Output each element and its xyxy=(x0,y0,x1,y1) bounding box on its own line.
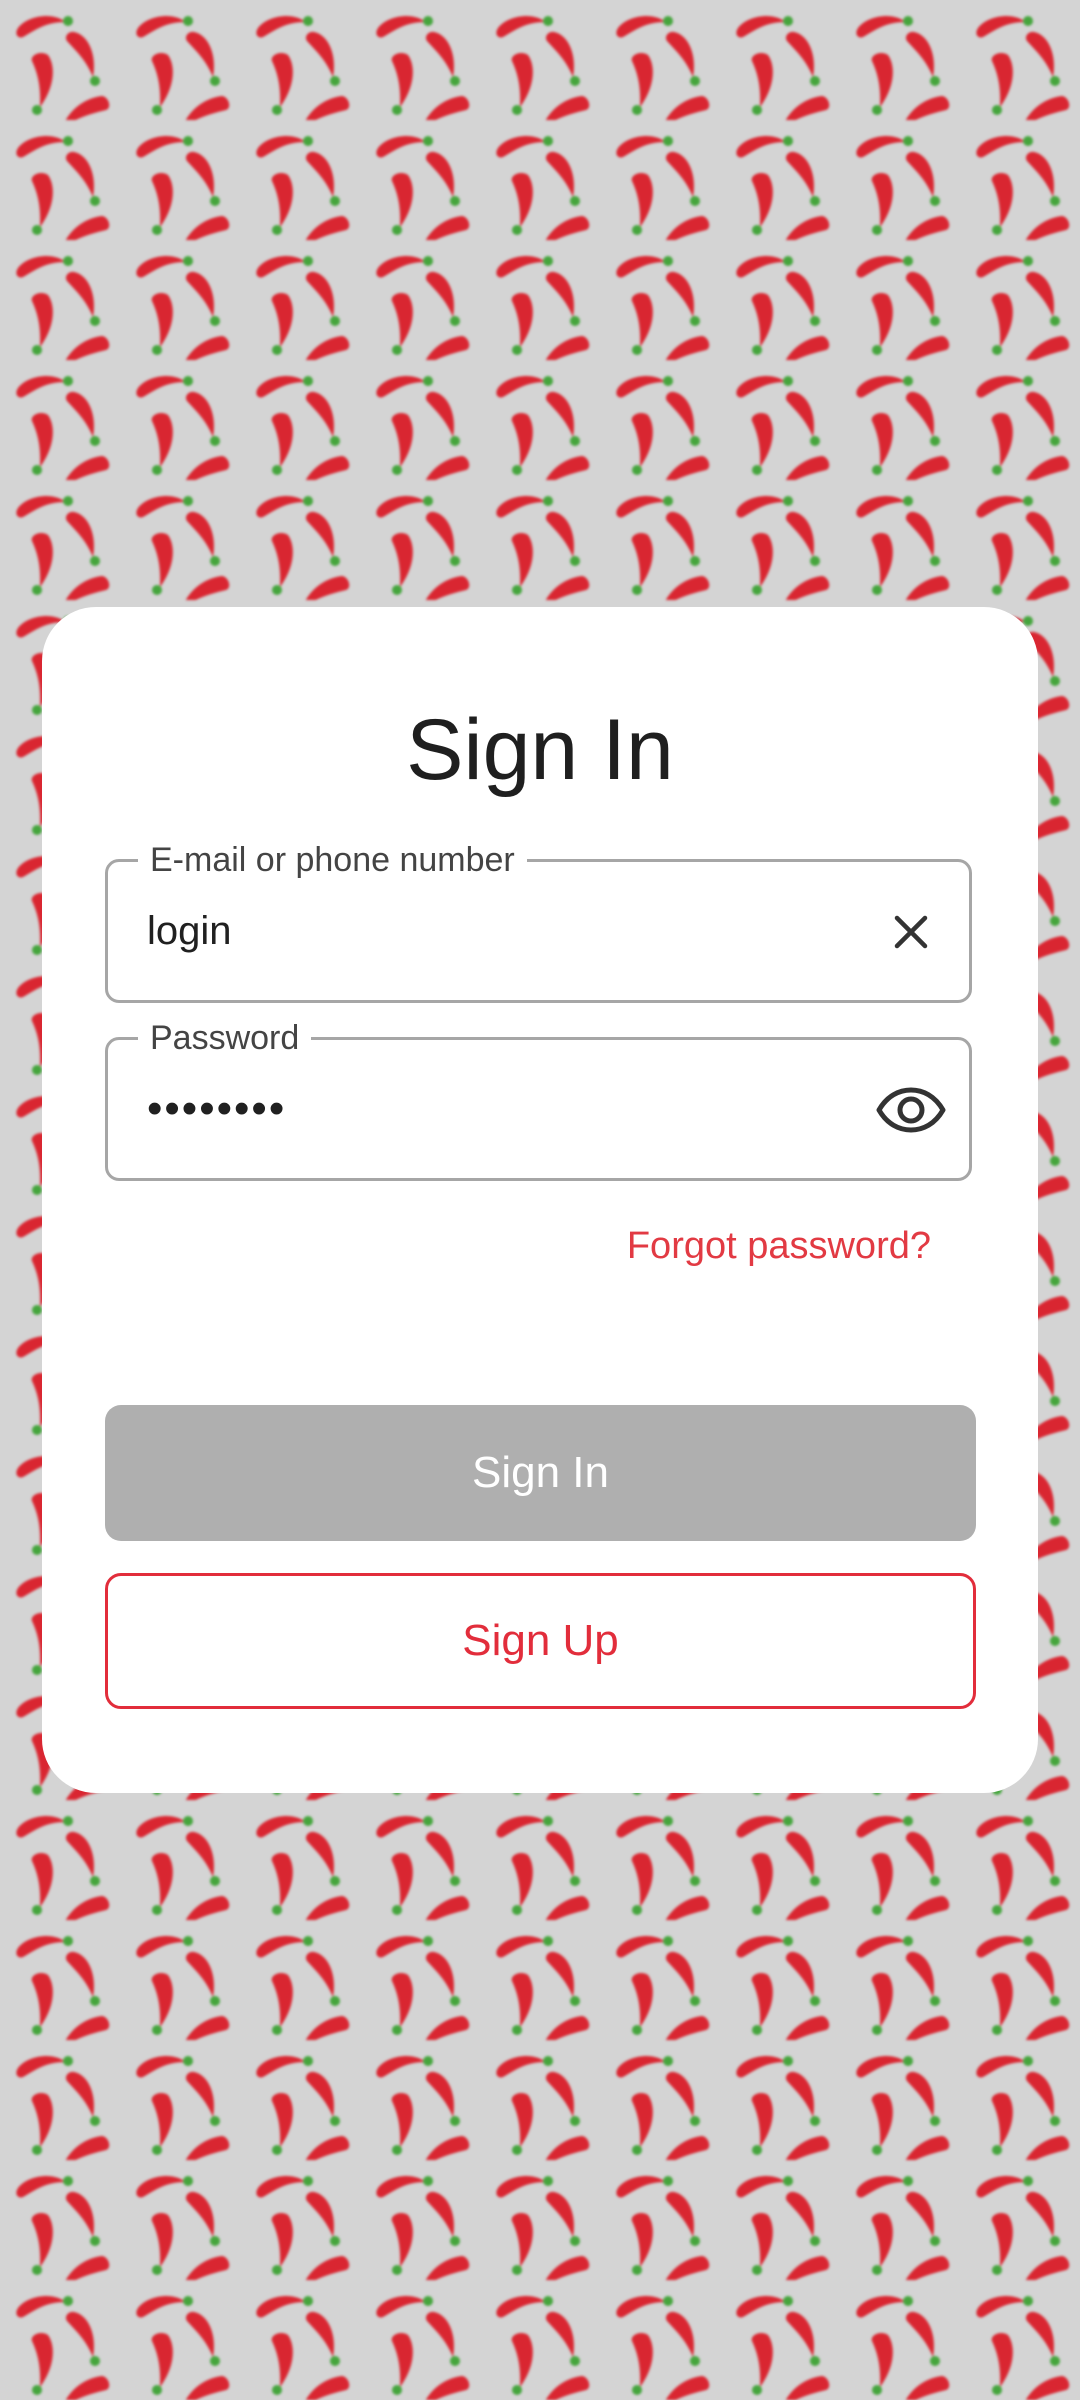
email-field-label: E-mail or phone number xyxy=(138,840,527,880)
page-title: Sign In xyxy=(406,702,674,798)
visibility-icon[interactable] xyxy=(875,1074,947,1146)
email-field-value[interactable]: login xyxy=(147,906,232,956)
password-field[interactable]: Password •••••••• xyxy=(105,1018,972,1181)
sign-in-card: Sign In E-mail or phone number login Pas… xyxy=(42,607,1038,1793)
forgot-password-link[interactable]: Forgot password? xyxy=(627,1222,931,1270)
close-icon[interactable] xyxy=(875,896,947,968)
sign-in-button[interactable]: Sign In xyxy=(105,1405,976,1541)
password-field-value[interactable]: •••••••• xyxy=(147,1084,286,1134)
password-field-label: Password xyxy=(138,1018,312,1058)
email-field[interactable]: E-mail or phone number login xyxy=(105,840,972,1003)
sign-up-button[interactable]: Sign Up xyxy=(105,1573,976,1709)
